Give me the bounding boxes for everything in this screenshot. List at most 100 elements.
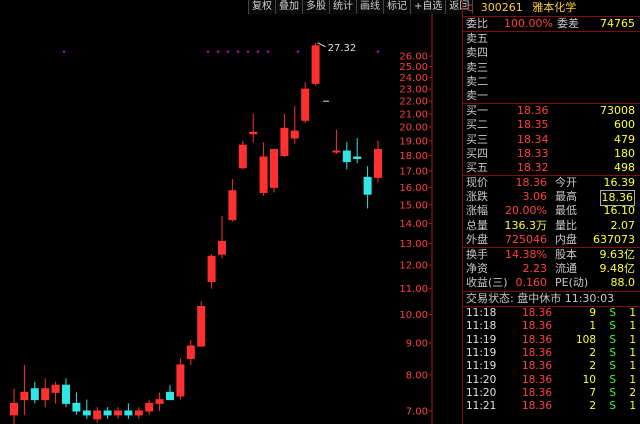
sell-orders: 卖五 卖四 卖三 卖二 卖一: [463, 31, 640, 103]
candle: [103, 410, 112, 416]
fund-row-2: 收益(三) 0.160 PE(动) 88.0: [466, 276, 635, 290]
y-tick-label: 10.00: [399, 310, 428, 321]
tick-list[interactable]: 11:18 18.36 9 S 1 11:18 18.36 1 S 1 11:19 18.36 108 S…: [463, 305, 640, 414]
tick-row: 11:20 18.36 10 S 1: [466, 373, 636, 386]
candle: [186, 345, 195, 359]
fundamental-stats: 换手 14.38% 股本 9.63亿 净资 2.23 流通 9.48亿 收益(三) 0.160 PE…: [463, 247, 640, 291]
candle: [166, 391, 174, 401]
stock-header: C 300261 雅本化学: [463, 0, 640, 17]
y-tick-label: 24.00: [399, 73, 428, 84]
candle: [10, 402, 18, 416]
candle: [30, 388, 39, 401]
candle: [280, 127, 289, 156]
candle: [270, 149, 278, 188]
candle: [342, 150, 351, 163]
candle: [238, 144, 247, 169]
candle: [332, 150, 341, 153]
stat-row-1: 涨跌 3.06 最高 18.36: [463, 190, 640, 207]
y-tick-label: 11.00: [399, 284, 428, 295]
tick-row: 11:21 18.36 2 S 1: [466, 400, 636, 413]
market-icon: C: [467, 4, 474, 14]
y-tick-label: 21.00: [399, 109, 428, 120]
fund-row-1: 净资 2.23 流通 9.48亿: [466, 262, 635, 276]
candle: [20, 391, 29, 401]
y-tick-label: 14.00: [399, 219, 428, 230]
toolbar-btn-3[interactable]: 统计: [330, 0, 357, 14]
buy-level-2[interactable]: 买三 18.34 479: [463, 133, 640, 147]
peak-label: 27.32: [328, 43, 357, 54]
y-tick-label: 16.00: [399, 183, 428, 194]
y-tick-label: 7.00: [406, 407, 428, 418]
candle: [259, 156, 268, 193]
buy-level-0[interactable]: 买一 18.36 73008: [463, 104, 640, 118]
y-tick-label: 23.00: [399, 85, 428, 96]
sell-level-3: 卖二: [466, 74, 488, 88]
y-tick-label: 25.00: [399, 62, 428, 73]
candle: [207, 255, 216, 282]
buy-level-4[interactable]: 买五 18.32 498: [463, 161, 640, 175]
candle: [82, 410, 91, 416]
candle: [93, 410, 102, 420]
candle: [155, 399, 164, 404]
candle: [228, 190, 237, 221]
y-tick-label: 9.00: [406, 339, 428, 350]
sell-level-2: 卖三: [466, 60, 488, 74]
event-dot: [236, 50, 240, 53]
quote-panel: C 300261 雅本化学 委比 100.00% 委差 74765 卖五 卖四 卖三…: [462, 0, 640, 424]
toolbar-btn-2[interactable]: 多股: [303, 0, 330, 14]
y-tick-label: 17.00: [399, 166, 428, 177]
sell-level-4: 卖一: [466, 88, 488, 102]
event-dot: [296, 50, 300, 53]
candle: [249, 131, 258, 135]
candlestick-chart[interactable]: 26.0025.0024.0023.0022.0021.00 20.00 19.00…: [0, 0, 462, 424]
candle: [124, 410, 133, 416]
y-tick-label: 8.00: [406, 370, 428, 381]
candle: [353, 156, 362, 160]
candle: [51, 384, 60, 393]
candle: [134, 410, 143, 416]
event-dot: [226, 50, 230, 53]
stat-row-0: 现价 18.36 今开 16.39: [466, 176, 635, 190]
y-tick-label: 12.00: [399, 261, 428, 272]
y-tick-label: 26.00: [399, 52, 428, 63]
sell-level-0: 卖五: [466, 32, 488, 46]
toolbar-btn-6[interactable]: +自选: [411, 0, 447, 14]
y-tick-label: 19.00: [399, 136, 428, 147]
toolbar-btn-1[interactable]: 叠加: [276, 0, 303, 14]
candle: [301, 88, 310, 121]
chart-toolbar: 复权 叠加 多股 统计 画线 标记 +自选 返回: [248, 0, 474, 14]
event-dot: [266, 50, 270, 53]
event-dot: [246, 50, 250, 53]
y-tick-label: 22.00: [399, 97, 428, 108]
buy-level-1[interactable]: 买二 18.35 600: [463, 118, 640, 132]
stock-code: 300261: [480, 1, 523, 14]
stat-row-2: 涨幅 20.00% 最低 16.10: [466, 204, 635, 218]
tick-row: 11:19 18.36 2 S 1: [466, 360, 636, 373]
candle: [114, 410, 122, 416]
toolbar-btn-5[interactable]: 标记: [384, 0, 411, 14]
stat-row-3: 总量 136.3万 量比 2.07: [466, 218, 635, 232]
candle: [363, 176, 372, 195]
event-dot: [216, 50, 220, 53]
fund-row-0: 换手 14.38% 股本 9.63亿: [466, 248, 635, 261]
sell-level-1: 卖四: [466, 46, 488, 60]
event-dot: [256, 50, 260, 53]
order-ratio-row: 委比 100.00% 委差 74765: [466, 17, 635, 30]
trade-status: 交易状态: 盘中休市 11:30:03: [463, 290, 640, 306]
toolbar-btn-0[interactable]: 复权: [249, 0, 276, 14]
y-tick-label: 13.00: [399, 239, 428, 250]
candle: [72, 402, 81, 412]
candle: [197, 306, 206, 347]
price-stats: 现价 18.36 今开 16.39 涨跌 3.06 最高 18.36 涨幅 20.00% 最低 16.…: [463, 175, 640, 247]
y-tick-label: 15.00: [399, 200, 428, 211]
candle: [41, 388, 50, 401]
buy-level-3[interactable]: 买四 18.33 180: [463, 147, 640, 161]
stock-name: 雅本化学: [532, 1, 577, 14]
candle: [311, 45, 320, 84]
tick-row: 11:18 18.36 9 S 1: [466, 306, 636, 319]
tick-row: 11:19 18.36 2 S 1: [466, 346, 636, 359]
event-dot: [376, 50, 380, 53]
candle: [218, 240, 226, 255]
toolbar-btn-4[interactable]: 画线: [357, 0, 384, 14]
candle: [62, 384, 70, 404]
